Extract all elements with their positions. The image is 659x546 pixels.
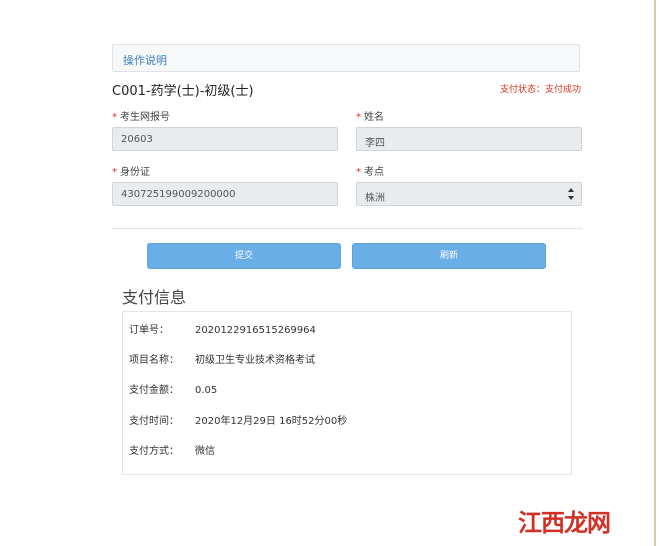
payment-info-heading: 支付信息 [122,288,187,307]
required-asterisk: * [112,167,117,178]
required-asterisk: * [112,112,117,123]
project-name-row: 项目名称： 初级卫生专业技术资格考试 [129,351,315,366]
name-label-text: 姓名 [364,112,384,123]
watermark-text: 江西龙网 [518,508,611,537]
exam-reg-no-label: * 考生网报号 [112,108,170,123]
exam-site-label: * 考点 [356,163,384,178]
id-card-value: 430725199009200000 [121,189,236,200]
name-value: 李四 [365,138,385,149]
exam-site-value: 株洲 [365,193,385,204]
select-caret-icon [568,188,574,200]
payment-status: 支付状态：支付成功 [500,85,582,95]
instructions-link[interactable]: 操作说明 [123,52,167,68]
row-label: 支付金额： [129,385,179,396]
refresh-button[interactable]: 刷新 [352,243,546,269]
exam-reg-no-field[interactable]: 20603 [112,127,338,151]
required-asterisk: * [356,167,361,178]
row-value: 2020122916515269964 [195,325,316,336]
exam-title: C001-药学(士)-初级(士) [112,84,254,99]
exam-reg-no-value: 20603 [121,134,153,145]
name-field[interactable]: 李四 [356,127,582,151]
row-value: 0.05 [195,385,218,396]
order-number-row: 订单号： 2020122916515269964 [129,321,316,336]
name-label: * 姓名 [356,108,384,123]
row-value: 微信 [195,446,215,457]
submit-button[interactable]: 提交 [147,243,341,269]
exam-site-select[interactable]: 株洲 [356,182,582,206]
payment-method-row: 支付方式： 微信 [129,442,215,457]
required-asterisk: * [356,112,361,123]
right-border-rule [654,0,656,546]
row-label: 支付方式： [129,446,179,457]
id-card-field[interactable]: 430725199009200000 [112,182,338,206]
site-watermark-logo: 江西龙网 [518,500,628,537]
exam-site-label-text: 考点 [364,167,384,178]
row-value: 2020年12月29日 16时52分00秒 [195,416,348,427]
row-value: 初级卫生专业技术资格考试 [195,355,315,366]
id-card-label-text: 身份证 [120,167,150,178]
instructions-panel[interactable]: 操作说明 [112,44,580,72]
row-label: 项目名称： [129,355,179,366]
id-card-label: * 身份证 [112,163,150,178]
payment-amount-row: 支付金额： 0.05 [129,381,217,396]
payment-time-row: 支付时间： 2020年12月29日 16时52分00秒 [129,412,347,427]
row-label: 支付时间： [129,416,179,427]
payment-info-box: 订单号： 2020122916515269964 项目名称： 初级卫生专业技术资格考… [122,311,572,475]
row-label: 订单号： [129,325,169,336]
form-divider [112,228,582,229]
exam-reg-no-label-text: 考生网报号 [120,112,170,123]
